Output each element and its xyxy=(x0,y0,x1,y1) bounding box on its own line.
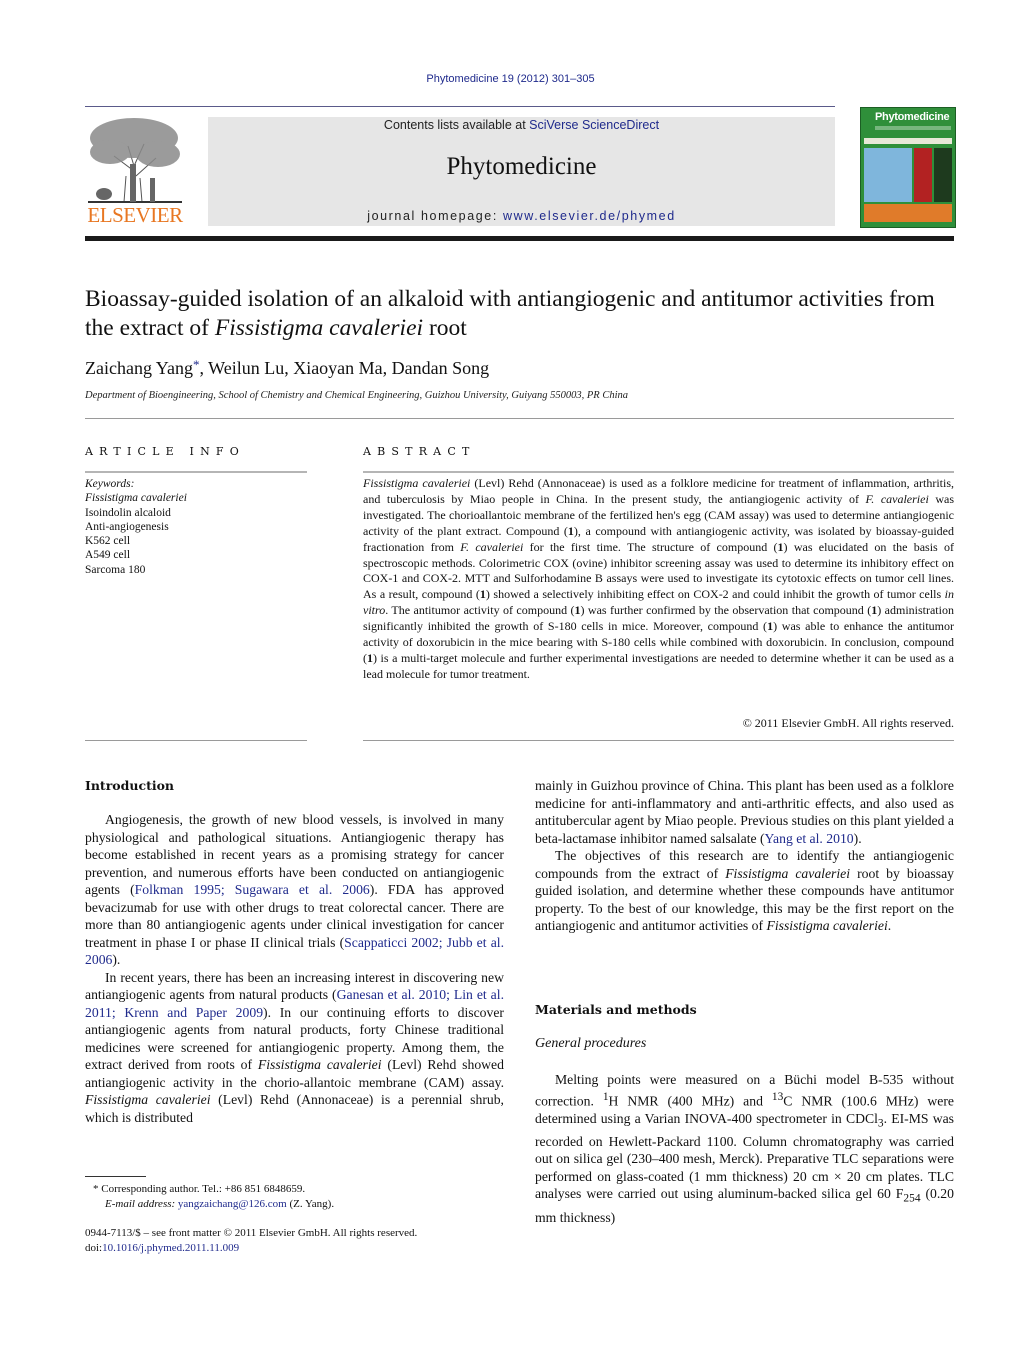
superscript: 13 xyxy=(771,1090,784,1103)
methods-heading: Materials and methods xyxy=(535,1002,697,1017)
email-link[interactable]: yangzaichang@126.com xyxy=(178,1198,287,1210)
abstract-span: ) showed a selectively inhibiting effect… xyxy=(485,587,945,602)
abstract-text: Fissistigma cavaleriei (Levl) Rehd (Anno… xyxy=(363,476,954,683)
homepage-prefix: journal homepage: xyxy=(367,209,504,223)
abstract-span: for the first time. The structure of com… xyxy=(523,539,778,554)
header-top-rule xyxy=(85,106,835,107)
cover-subtitle-bar xyxy=(875,126,951,130)
right-column-body: mainly in Guizhou province of China. Thi… xyxy=(535,777,954,935)
species-name: Fissistigma cavaleriei xyxy=(363,476,471,490)
keyword-item: Sarcoma 180 xyxy=(85,563,146,576)
journal-homepage-link[interactable]: www.elsevier.de/phymed xyxy=(503,209,676,223)
title-text: Bioassay-guided isolation of an alkaloid… xyxy=(85,286,935,341)
keyword-item: A549 cell xyxy=(85,549,131,562)
methods-paragraph-1: Melting points were measured on a Büchi … xyxy=(535,1071,954,1226)
title-text-end: root xyxy=(423,315,467,341)
reference-link[interactable]: Yang et al. 2010 xyxy=(765,831,854,846)
journal-header-box: Contents lists available at SciVerse Sci… xyxy=(208,117,835,226)
footnote-marker: * xyxy=(93,1183,99,1195)
article-title: Bioassay-guided isolation of an alkaloid… xyxy=(85,285,955,343)
elsevier-logo[interactable]: ELSEVIER xyxy=(84,116,186,228)
abstract-rule xyxy=(363,471,954,473)
keyword-item: Isoindolin alcaloid xyxy=(85,506,171,519)
abstract-copyright: © 2011 Elsevier GmbH. All rights reserve… xyxy=(742,716,954,730)
email-suffix: (Z. Yang). xyxy=(286,1197,335,1210)
issn-line: 0944-7113/$ – see front matter © 2011 El… xyxy=(85,1227,418,1239)
doi-link[interactable]: 10.1016/j.phymed.2011.11.009 xyxy=(102,1242,239,1254)
text-span: H NMR (400 MHz) and xyxy=(608,1093,772,1109)
contents-prefix: Contents lists available at xyxy=(383,118,530,132)
journal-citation[interactable]: Phytomedicine 19 (2012) 301–305 xyxy=(0,73,1021,85)
species-name: Fissistigma cavaleriei xyxy=(85,1092,211,1107)
reference-link[interactable]: Folkman 1995; Sugawara et al. 2006 xyxy=(135,882,370,897)
cover-heatmap-dark xyxy=(934,148,952,202)
intro-paragraph-2-continued: mainly in Guizhou province of China. Thi… xyxy=(535,777,954,847)
contents-line: Contents lists available at SciVerse Sci… xyxy=(208,118,835,132)
introduction-heading: Introduction xyxy=(85,778,175,793)
left-column-body: Angiogenesis, the growth of new blood ve… xyxy=(85,811,504,1126)
abstract-span: ) is a multi-target molecule and further… xyxy=(363,650,954,681)
cover-heatmap-red xyxy=(914,148,932,202)
header-thick-rule xyxy=(85,236,954,241)
keywords-list: Keywords: Fissistigma cavaleriei Isoindo… xyxy=(85,477,187,577)
article-info-rule xyxy=(85,471,307,473)
front-matter-note: 0944-7113/$ – see front matter © 2011 El… xyxy=(85,1226,417,1255)
email-label: E-mail address: xyxy=(105,1197,176,1210)
footnote-rule xyxy=(85,1176,146,1177)
article-info-bottom-rule xyxy=(85,740,307,741)
author-names: , Weilun Lu, Xiaoyan Ma, Dandan Song xyxy=(199,358,490,378)
keywords-label: Keywords: xyxy=(85,478,135,490)
species-name: Fissistigma cavaleriei xyxy=(725,865,851,881)
intro-paragraph-1: Angiogenesis, the growth of new blood ve… xyxy=(85,811,504,969)
keyword-item: Fissistigma cavaleriei xyxy=(85,492,187,505)
intro-paragraph-2: In recent years, there has been an incre… xyxy=(85,969,504,1127)
species-name: F. cavaleriei xyxy=(865,491,929,506)
cover-plant-photo xyxy=(864,148,912,202)
journal-name: Phytomedicine xyxy=(446,153,597,180)
subscript: 254 xyxy=(903,1193,921,1206)
general-procedures-subheading: General procedures xyxy=(535,1036,647,1051)
abstract-bottom-rule xyxy=(363,740,954,741)
text-span: mainly in Guizhou province of China. Thi… xyxy=(535,778,954,846)
sciencedirect-link[interactable]: SciVerse ScienceDirect xyxy=(529,118,659,132)
affiliation: Department of Bioengineering, School of … xyxy=(85,390,629,401)
affiliation-rule xyxy=(85,418,954,419)
species-name: F. cavaleriei xyxy=(460,539,524,554)
journal-cover-image[interactable]: Phytomedicine xyxy=(860,107,956,228)
cover-band xyxy=(864,138,952,144)
footnote-corresponding: * Corresponding author. Tel.: +86 851 68… xyxy=(93,1182,334,1211)
article-info-heading: ARTICLE INFO xyxy=(85,445,245,458)
elsevier-tree-icon xyxy=(88,118,182,203)
keyword-item: Anti-angiogenesis xyxy=(85,520,169,533)
elsevier-wordmark: ELSEVIER xyxy=(87,203,183,227)
text-span: . xyxy=(887,918,892,933)
homepage-line: journal homepage: www.elsevier.de/phymed xyxy=(208,209,835,223)
abstract-span: . The antitumor activity of compound ( xyxy=(385,603,575,618)
doi-prefix: doi: xyxy=(85,1241,103,1254)
cover-title: Phytomedicine xyxy=(875,111,950,123)
species-name: Fissistigma cavaleriei xyxy=(766,918,888,933)
cover-diagram-orange xyxy=(864,204,952,222)
text-span: ). xyxy=(112,952,121,967)
keyword-item: K562 cell xyxy=(85,535,131,548)
species-name: Fissistigma cavaleriei xyxy=(257,1057,382,1072)
intro-paragraph-3: The objectives of this research are to i… xyxy=(535,847,954,935)
author-name: Zaichang Yang xyxy=(85,358,193,378)
citation-link[interactable]: Phytomedicine 19 (2012) 301–305 xyxy=(426,73,594,85)
author-list: Zaichang Yang*, Weilun Lu, Xiaoyan Ma, D… xyxy=(85,357,489,379)
abstract-heading: ABSTRACT xyxy=(363,445,476,458)
title-species: Fissistigma cavaleriei xyxy=(214,315,424,341)
methods-body: Melting points were measured on a Büchi … xyxy=(535,1071,954,1226)
corresponding-author-text: Corresponding author. Tel.: +86 851 6848… xyxy=(101,1183,306,1195)
abstract-span: ) was further confirmed by the observati… xyxy=(580,603,872,618)
text-span: ). xyxy=(853,830,862,846)
